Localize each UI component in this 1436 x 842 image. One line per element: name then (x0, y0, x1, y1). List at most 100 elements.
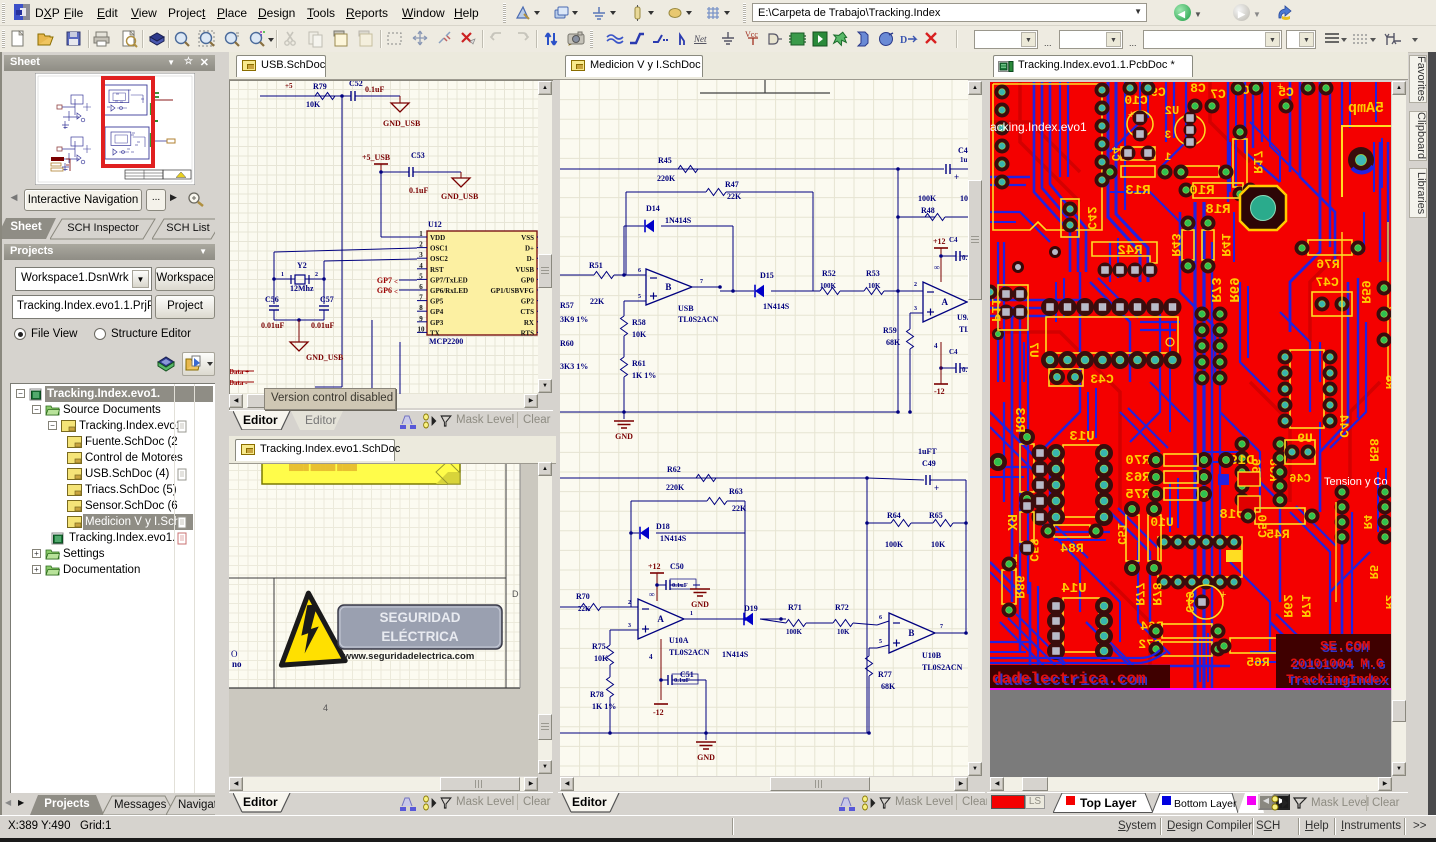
svg-text:R71: R71 (788, 603, 802, 612)
svg-text:R17: R17 (1250, 150, 1265, 173)
svg-text:2: 2 (914, 282, 917, 288)
svg-text:R58: R58 (632, 318, 646, 327)
svg-text:5Amp: 5Amp (1348, 100, 1384, 117)
svg-text:C10: C10 (1124, 93, 1148, 108)
svg-text:R53: R53 (866, 269, 880, 278)
svg-text:A: A (941, 297, 948, 307)
svg-text:TL0S2ACN: TL0S2ACN (922, 663, 963, 672)
svg-text:∞: ∞ (649, 590, 655, 599)
svg-text:ELÉCTRICA: ELÉCTRICA (381, 629, 459, 644)
svg-text:U9: U9 (1297, 431, 1313, 446)
svg-text:R65: R65 (929, 511, 943, 520)
svg-text:SE.COM: SE.COM (1320, 639, 1370, 655)
svg-text:100K: 100K (918, 194, 937, 203)
svg-text:1N414S: 1N414S (722, 650, 749, 659)
svg-text:dadelectrica.com: dadelectrica.com (992, 670, 1146, 688)
svg-text:3: 3 (1164, 130, 1171, 142)
svg-text:-12: -12 (934, 387, 945, 396)
svg-text:C44: C44 (1336, 414, 1351, 438)
svg-text:B: B (908, 628, 914, 638)
svg-text:68K: 68K (886, 338, 901, 347)
svg-text:R41: R41 (1218, 233, 1233, 257)
svg-text:10: 10 (960, 194, 968, 203)
svg-text:C46: C46 (1289, 472, 1311, 486)
svg-text:-12: -12 (653, 708, 664, 717)
svg-text:O: O (231, 649, 238, 659)
svg-text:68K: 68K (881, 682, 896, 691)
svg-text:6: 6 (638, 268, 641, 274)
svg-text:R2: R2 (1382, 595, 1391, 609)
svg-text:C4: C4 (949, 348, 958, 356)
svg-text:A: A (657, 614, 664, 624)
svg-text:RX: RX (1003, 514, 1019, 531)
svg-text:R62: R62 (1280, 594, 1295, 618)
svg-text:R84: R84 (1060, 541, 1084, 556)
svg-text:R83: R83 (1011, 407, 1027, 432)
svg-text:1K 1%: 1K 1% (632, 371, 656, 380)
svg-text:U13: U13 (1069, 429, 1094, 445)
svg-text:R45: R45 (1266, 527, 1290, 542)
svg-text:220K: 220K (657, 174, 676, 183)
svg-text:R72: R72 (835, 603, 849, 612)
svg-text:R73: R73 (1207, 277, 1223, 302)
svg-text:22K: 22K (590, 297, 605, 306)
svg-text:22K: 22K (578, 605, 591, 613)
svg-text:USB: USB (678, 304, 694, 313)
svg-text:3K3 1%: 3K3 1% (560, 362, 588, 371)
svg-text:1N414S: 1N414S (763, 302, 790, 311)
svg-text:1u: 1u (960, 156, 968, 164)
svg-text:1N414S: 1N414S (660, 534, 687, 543)
svg-text:7: 7 (940, 624, 943, 630)
svg-text:3: 3 (628, 623, 631, 629)
svg-text:4: 4 (649, 653, 653, 661)
svg-text:R69: R69 (1225, 277, 1241, 302)
svg-text:C4: C4 (1108, 147, 1122, 161)
svg-text:0.: 0. (962, 366, 968, 374)
svg-text:R60: R60 (560, 339, 574, 348)
svg-text:R52: R52 (822, 269, 836, 278)
svg-text:R62: R62 (667, 465, 681, 474)
svg-text:100K: 100K (786, 628, 803, 636)
svg-text:R61: R61 (632, 359, 646, 368)
svg-text:R64: R64 (887, 511, 901, 520)
svg-text:220K: 220K (666, 483, 685, 492)
svg-text:20101004 M.G: 20101004 M.G (1290, 656, 1384, 671)
svg-text:1: 1 (690, 611, 693, 617)
svg-text:D19: D19 (744, 604, 758, 613)
svg-text:R63: R63 (729, 487, 743, 496)
svg-text:0.: 0. (962, 254, 968, 262)
svg-text:C49: C49 (1182, 591, 1196, 613)
svg-text:4: 4 (323, 703, 328, 713)
svg-text:+12: +12 (933, 237, 946, 246)
svg-text:1K 1%: 1K 1% (592, 702, 616, 711)
svg-text:D: D (900, 35, 907, 46)
svg-text:7: 7 (700, 279, 703, 285)
svg-text:10K: 10K (931, 540, 946, 549)
svg-text:U9A: U9A (957, 313, 968, 322)
svg-text:TL0S: TL0S (959, 325, 968, 334)
svg-text:C42: C42 (1084, 206, 1099, 230)
svg-text:3K9 1%: 3K9 1% (560, 315, 588, 324)
svg-text:R13: R13 (1125, 183, 1150, 199)
svg-text:Tension y Co: Tension y Co (1324, 476, 1388, 488)
svg-text:D18: D18 (656, 522, 670, 531)
svg-text:R65: R65 (1246, 655, 1270, 670)
svg-text:5: 5 (879, 639, 882, 645)
svg-text:GND: GND (697, 753, 715, 762)
svg-text:+: + (1220, 589, 1226, 601)
svg-text:10K: 10K (632, 330, 647, 339)
svg-text:2: 2 (628, 600, 631, 606)
svg-text:R47: R47 (725, 180, 739, 189)
svg-text:C8: C8 (1190, 82, 1206, 96)
svg-text:R5: R5 (1366, 565, 1380, 579)
svg-text:R70: R70 (576, 592, 590, 601)
svg-text:B: B (665, 282, 671, 292)
svg-text:3: 3 (914, 306, 917, 312)
svg-text:C47: C47 (1315, 275, 1338, 290)
svg-text:R71: R71 (1298, 594, 1313, 618)
svg-text:R86: R86 (1012, 575, 1027, 599)
svg-text:U10A: U10A (669, 636, 689, 645)
svg-text:+: + (954, 172, 959, 182)
svg-text:www.seguridadelectrica.com: www.seguridadelectrica.com (343, 651, 475, 662)
svg-text:R76: R76 (1316, 257, 1340, 272)
